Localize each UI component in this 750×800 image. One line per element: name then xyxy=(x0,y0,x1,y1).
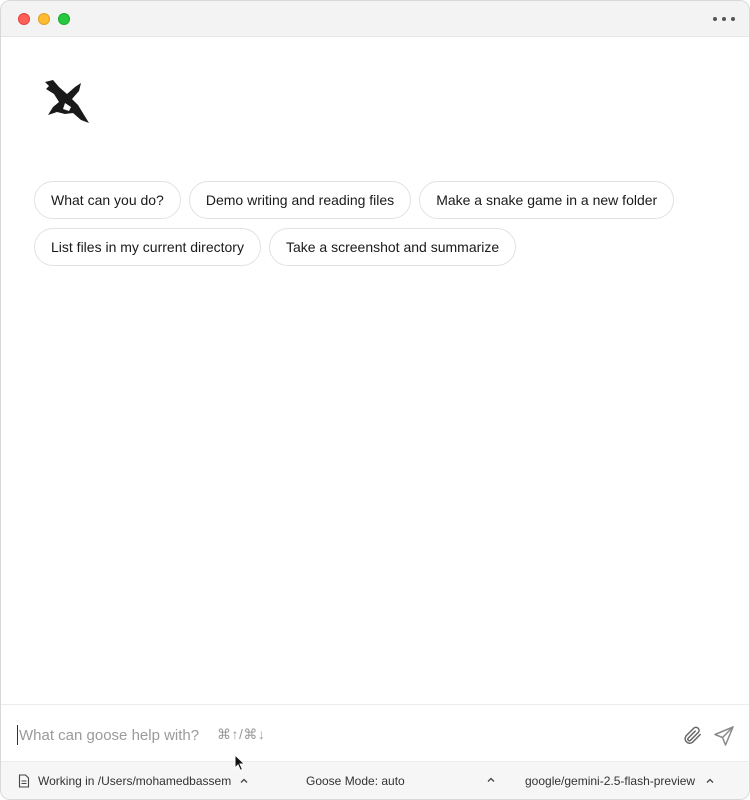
model-label: google/gemini-2.5-flash-preview xyxy=(525,774,696,788)
more-horizontal-icon[interactable] xyxy=(713,11,735,27)
dot-icon xyxy=(731,17,735,21)
suggestion-chip-list-files[interactable]: List files in my current directory xyxy=(34,228,261,266)
goose-logo-icon xyxy=(45,80,89,123)
history-shortcut-hint: ⌘↑/⌘↓ xyxy=(217,726,266,742)
dot-icon xyxy=(713,17,717,21)
text-cursor xyxy=(17,725,18,745)
suggestion-chip-what-can-you-do[interactable]: What can you do? xyxy=(34,181,181,219)
send-icon[interactable] xyxy=(712,724,736,748)
status-bar: Working in /Users/mohamedbassem Goose Mo… xyxy=(1,761,749,799)
goose-mode-label: Goose Mode: auto xyxy=(306,774,405,788)
suggestion-chip-snake-game[interactable]: Make a snake game in a new folder xyxy=(419,181,675,219)
suggestion-row-2: List files in my current directory Take … xyxy=(34,228,724,266)
suggestion-chips: What can you do? Demo writing and readin… xyxy=(34,181,724,275)
suggestion-chip-screenshot[interactable]: Take a screenshot and summarize xyxy=(268,228,517,266)
maximize-button[interactable] xyxy=(58,13,70,25)
paperclip-icon[interactable] xyxy=(681,724,703,746)
dot-icon xyxy=(722,17,726,21)
suggestion-chip-demo-files[interactable]: Demo writing and reading files xyxy=(188,181,412,219)
working-directory-label: Working in /Users/mohamedbassem xyxy=(38,774,232,788)
chevron-up-icon xyxy=(706,778,714,783)
model-selector[interactable]: google/gemini-2.5-flash-preview xyxy=(525,774,715,788)
close-button[interactable] xyxy=(18,13,30,25)
title-bar xyxy=(1,1,749,37)
minimize-button[interactable] xyxy=(38,13,50,25)
working-directory-selector[interactable]: Working in /Users/mohamedbassem xyxy=(18,774,249,788)
document-icon xyxy=(18,774,30,788)
suggestion-row-1: What can you do? Demo writing and readin… xyxy=(34,181,724,219)
chevron-up-icon xyxy=(240,778,248,783)
mouse-pointer-icon xyxy=(234,754,246,772)
goose-mode-selector[interactable]: Goose Mode: auto xyxy=(306,774,405,788)
mode-chevron-up-icon[interactable] xyxy=(486,775,496,785)
app-window: What can you do? Demo writing and readin… xyxy=(0,0,750,800)
chat-composer: ⌘↑/⌘↓ xyxy=(1,704,749,761)
